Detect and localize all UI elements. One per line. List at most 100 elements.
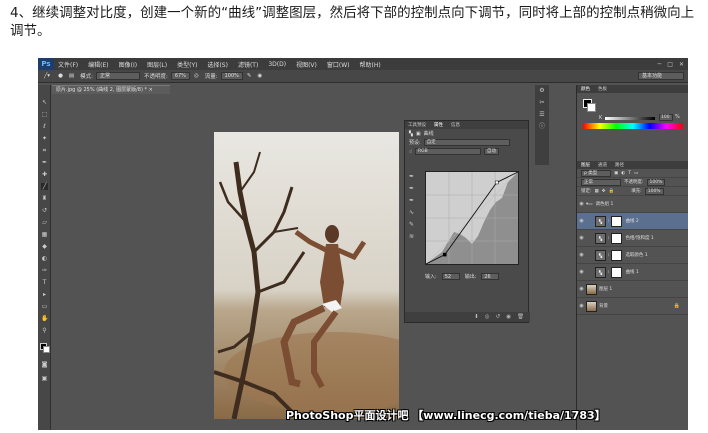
eyedropper-gray-icon[interactable]: ✒	[409, 185, 419, 197]
visibility-eye-icon[interactable]: ◉	[577, 286, 586, 292]
mode-select[interactable]: 正常	[95, 72, 140, 80]
menu-edit[interactable]: 编辑(E)	[88, 60, 108, 69]
layer-row[interactable]: ◉ ▚ ⁝ 曲线 1	[577, 264, 688, 281]
visibility-eye-icon[interactable]: ◉	[577, 235, 586, 241]
lasso-tool-icon[interactable]: ℓ	[41, 123, 48, 130]
menu-file[interactable]: 文件(F)	[58, 60, 78, 69]
output-field[interactable]: 26	[481, 273, 500, 280]
layer-kind-filter[interactable]: ρ 类型	[581, 169, 611, 177]
blend-mode-select[interactable]: 正常	[581, 178, 621, 186]
hand-target-icon[interactable]: ☝	[409, 149, 412, 155]
link-icon[interactable]: ⁝	[608, 236, 609, 241]
brush-tool-icon[interactable]: ╱	[41, 183, 48, 190]
eraser-tool-icon[interactable]: ▱	[41, 219, 48, 226]
info-panel-icon[interactable]: ⓘ	[535, 121, 549, 133]
visibility-eye-icon[interactable]: ◉	[577, 218, 586, 224]
path-select-tool-icon[interactable]: ▸	[41, 291, 48, 298]
layer-row[interactable]: ◉ ▚ ⁝ 选取颜色 1	[577, 247, 688, 264]
brush-tool-icon[interactable]: ╱▾	[44, 73, 50, 79]
dodge-tool-icon[interactable]: ◐	[41, 255, 48, 262]
healing-tool-icon[interactable]: ✚	[41, 171, 48, 178]
layer-mask-thumbnail[interactable]	[611, 249, 623, 261]
document-tab[interactable]: 原片.jpg @ 25% (曲线 2, 图层蒙版/8) * ×	[52, 85, 170, 94]
workspace-select[interactable]: 基本功能	[638, 72, 684, 80]
channel-select[interactable]: RGB	[415, 148, 482, 155]
canvas-photo[interactable]	[214, 132, 399, 419]
pressure-opacity-icon[interactable]: ◎	[194, 73, 199, 79]
menu-layer[interactable]: 图层(L)	[147, 60, 167, 69]
pen-tool-icon[interactable]: ✑	[41, 267, 48, 274]
menu-window[interactable]: 窗口(W)	[327, 60, 350, 69]
maximize-icon[interactable]: □	[667, 61, 673, 68]
fill-field[interactable]: 100%	[644, 187, 664, 195]
zoom-tool-icon[interactable]: ⚲	[41, 327, 48, 334]
stamp-tool-icon[interactable]: ♜	[41, 195, 48, 202]
adjust-panel-icon[interactable]: ☰	[535, 109, 549, 121]
move-tool-icon[interactable]: ↖	[41, 99, 48, 106]
eyedropper-tool-icon[interactable]: ✒	[41, 159, 48, 166]
layer-mask-thumbnail[interactable]	[611, 266, 623, 278]
flow-field[interactable]: 100%	[220, 72, 243, 80]
layer-row[interactable]: ◉ ▚ ⁝ 色相/饱和度 1	[577, 230, 688, 247]
tab-layers[interactable]: 图层	[581, 162, 590, 168]
brush-panel-icon[interactable]: ▤	[69, 73, 74, 79]
layer-mask-thumbnail[interactable]	[611, 215, 623, 227]
eyedropper-black-icon[interactable]: ✒	[409, 173, 419, 185]
auto-button[interactable]: 自动	[484, 148, 500, 155]
tab-properties[interactable]: 属性	[434, 122, 443, 128]
color-spectrum[interactable]	[583, 123, 683, 129]
brush-preset-icon[interactable]: ●	[58, 73, 63, 79]
menu-filter[interactable]: 滤镜(T)	[238, 60, 258, 69]
curves-graph[interactable]	[425, 171, 519, 265]
k-slider[interactable]	[605, 117, 655, 120]
tab-paths[interactable]: 路径	[615, 162, 624, 168]
link-icon[interactable]: ⁝	[608, 219, 609, 224]
visibility-icon[interactable]: ◉	[506, 314, 511, 320]
menu-3d[interactable]: 3D(D)	[268, 61, 286, 68]
filter-shape-icon[interactable]: ▭	[634, 171, 638, 176]
tab-channels[interactable]: 通道	[598, 162, 607, 168]
background-color-swatch[interactable]	[43, 346, 50, 353]
marquee-tool-icon[interactable]: ⬚	[41, 111, 48, 118]
clip-to-layer-icon[interactable]: ⬇	[474, 314, 479, 320]
hand-tool-icon[interactable]: ✋	[41, 315, 48, 322]
filter-type-icon[interactable]: T	[628, 171, 631, 176]
tab-swatches[interactable]: 色板	[598, 86, 607, 92]
visibility-eye-icon[interactable]: ◉	[577, 201, 586, 207]
quick-select-tool-icon[interactable]: ✦	[41, 135, 48, 142]
menu-type[interactable]: 类型(Y)	[177, 60, 197, 69]
curve-edit-icon[interactable]: ∿	[409, 209, 419, 221]
tools-panel-icon[interactable]: ✂	[535, 97, 549, 109]
trash-icon[interactable]: 🗑	[517, 314, 524, 320]
lock-position-icon[interactable]: ✥	[602, 189, 606, 194]
layer-mask-thumbnail[interactable]	[611, 232, 623, 244]
input-field[interactable]: 52	[441, 273, 460, 280]
type-tool-icon[interactable]: T	[41, 279, 48, 286]
link-icon[interactable]: ⁝	[608, 270, 609, 275]
layer-row[interactable]: ◉ 背景 🔒	[577, 298, 688, 315]
tab-info[interactable]: 信息	[451, 122, 460, 128]
tab-tool-presets[interactable]: 工具预设	[408, 122, 426, 128]
layer-row[interactable]: ◉ 图层 1	[577, 281, 688, 298]
visibility-eye-icon[interactable]: ◉	[577, 252, 586, 258]
menu-image[interactable]: 图像(I)	[119, 60, 137, 69]
layer-group-row[interactable]: ◉ ▾▭ 调色组 1	[577, 196, 688, 213]
tab-color[interactable]: 颜色	[581, 86, 590, 92]
properties-panel-icon[interactable]: ⚙	[535, 85, 549, 97]
visibility-eye-icon[interactable]: ◉	[577, 269, 586, 275]
close-icon[interactable]: ✕	[679, 61, 684, 68]
view-previous-icon[interactable]: ◎	[485, 314, 490, 320]
filter-pixel-icon[interactable]: ▣	[614, 171, 618, 176]
minimize-icon[interactable]: ─	[658, 61, 662, 68]
pencil-edit-icon[interactable]: ✎	[409, 221, 419, 233]
layer-row[interactable]: ◉ ▚ ⁝ 曲线 2	[577, 213, 688, 230]
history-brush-tool-icon[interactable]: ↺	[41, 207, 48, 214]
lock-pixels-icon[interactable]: ▦	[595, 189, 599, 194]
reset-icon[interactable]: ↺	[496, 314, 501, 320]
menu-view[interactable]: 视图(V)	[296, 60, 317, 69]
color-background-swatch[interactable]	[587, 103, 596, 112]
link-icon[interactable]: ⁝	[608, 253, 609, 258]
curve-control-point[interactable]	[443, 252, 447, 257]
curve-control-point[interactable]	[494, 180, 499, 185]
visibility-eye-icon[interactable]: ◉	[577, 303, 586, 309]
